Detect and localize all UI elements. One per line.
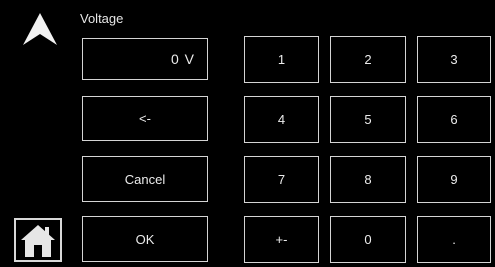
key-9[interactable]: 9 (417, 156, 491, 203)
key-label: 5 (364, 112, 372, 127)
key-label: 4 (277, 112, 286, 127)
key-label: 1 (277, 52, 286, 67)
key-label: 3 (450, 52, 458, 67)
key-label: 2 (364, 52, 372, 67)
cancel-label: Cancel (124, 171, 166, 187)
key-label: 0 (364, 232, 372, 247)
key-0[interactable]: 0 (330, 216, 406, 263)
key-plus-minus[interactable]: +- (244, 216, 319, 263)
key-8[interactable]: 8 (330, 156, 406, 203)
key-5[interactable]: 5 (330, 96, 406, 143)
up-arrow-icon (23, 13, 57, 45)
key-1[interactable]: 1 (244, 36, 319, 83)
key-4[interactable]: 4 (244, 96, 319, 143)
ok-button[interactable]: OK (82, 216, 208, 262)
backspace-button[interactable]: <- (82, 96, 208, 141)
key-3[interactable]: 3 (417, 36, 491, 83)
up-arrow-button[interactable] (22, 12, 58, 46)
value-display-text: 0 V (170, 51, 195, 67)
screen-title: Voltage (80, 11, 124, 26)
key-label: 7 (277, 172, 286, 187)
key-7[interactable]: 7 (244, 156, 319, 203)
home-icon (21, 225, 55, 257)
key-label: . (452, 232, 456, 247)
key-decimal[interactable]: . (417, 216, 491, 263)
backspace-label: <- (139, 111, 151, 126)
cancel-button[interactable]: Cancel (82, 156, 208, 202)
home-button[interactable] (14, 218, 62, 262)
ok-label: OK (135, 231, 155, 247)
key-label: 8 (364, 172, 372, 187)
value-display[interactable]: 0 V (82, 38, 208, 80)
key-2[interactable]: 2 (330, 36, 406, 83)
key-label: 6 (450, 112, 458, 127)
key-6[interactable]: 6 (417, 96, 491, 143)
key-label: +- (275, 232, 288, 247)
key-label: 9 (450, 172, 458, 187)
